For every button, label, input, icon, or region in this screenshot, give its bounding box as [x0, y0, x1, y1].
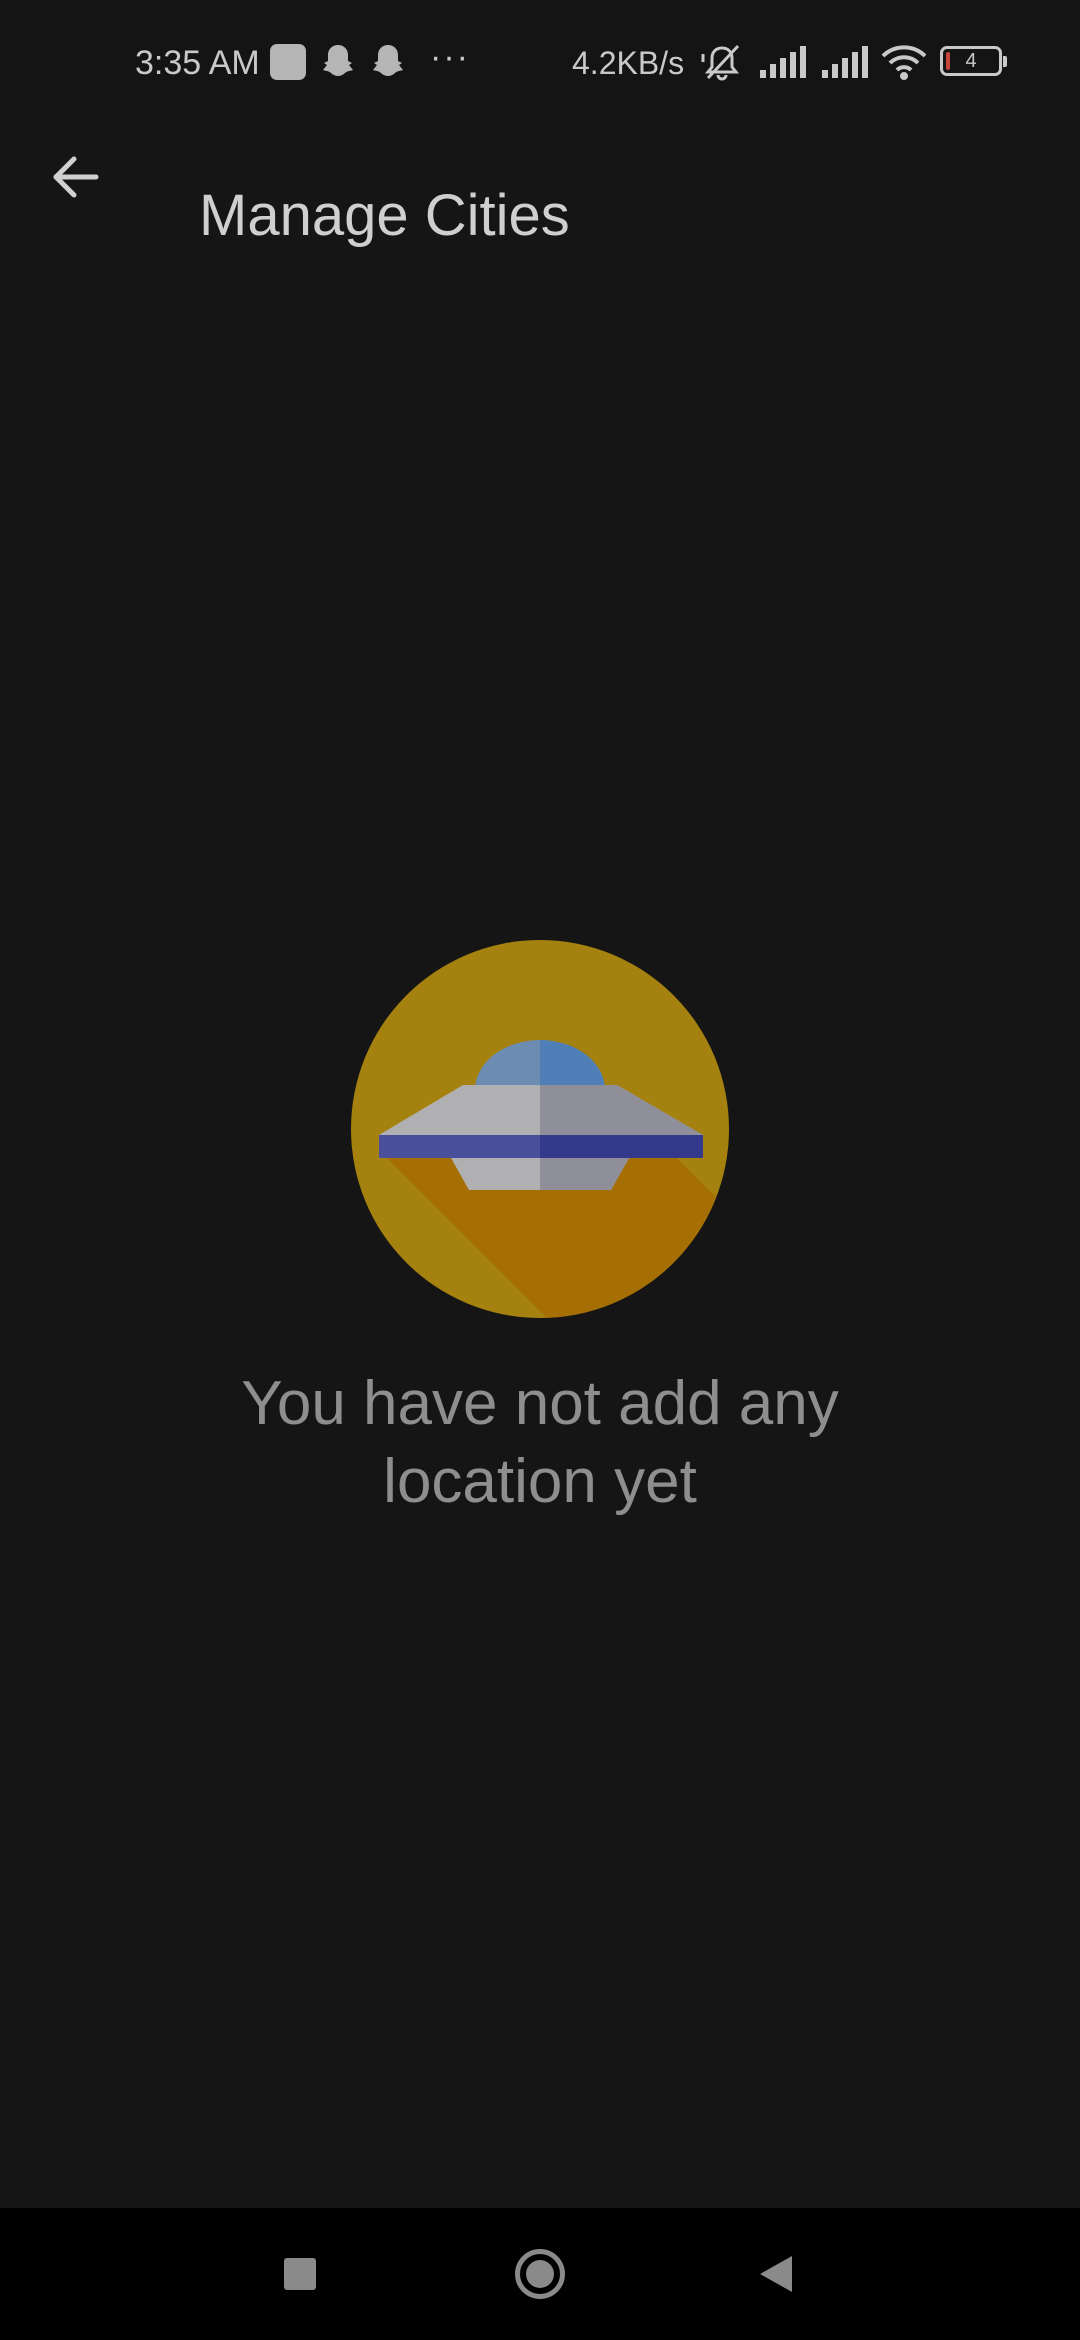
snapchat-ghost-icon [373, 45, 403, 76]
mute-bell-icon [701, 44, 740, 81]
home-circle-icon [515, 2249, 565, 2299]
back-button[interactable] [36, 137, 116, 217]
signal-icon [760, 46, 806, 78]
screen: 3:35 AM ··· 4.2KB/s 4 Manage Cities You … [0, 0, 1080, 2340]
nav-back-button[interactable] [738, 2236, 814, 2312]
app-bar: Manage Cities [0, 100, 1080, 250]
app-square-icon [270, 44, 306, 80]
network-speed: 4.2KB/s [572, 45, 685, 81]
square-icon [284, 2258, 316, 2290]
ufo-icon [351, 940, 729, 1318]
triangle-back-icon [760, 2256, 792, 2292]
empty-state-message: You have not add any location yet [241, 1369, 839, 1516]
overflow-dots: ··· [430, 38, 470, 76]
snapchat-ghost-icon [323, 45, 353, 76]
status-bar: 3:35 AM ··· 4.2KB/s 4 [0, 0, 1080, 100]
recent-apps-button[interactable] [262, 2236, 338, 2312]
status-time: 3:35 AM [135, 44, 260, 82]
wifi-icon [881, 45, 927, 80]
arrow-left-icon [53, 156, 99, 198]
page-title: Manage Cities [199, 182, 570, 248]
signal-icon [822, 46, 868, 78]
home-button[interactable] [502, 2236, 578, 2312]
battery-icon: 4 [940, 46, 1007, 76]
navigation-bar [0, 2208, 1080, 2340]
battery-level-text: 4 [965, 50, 977, 72]
